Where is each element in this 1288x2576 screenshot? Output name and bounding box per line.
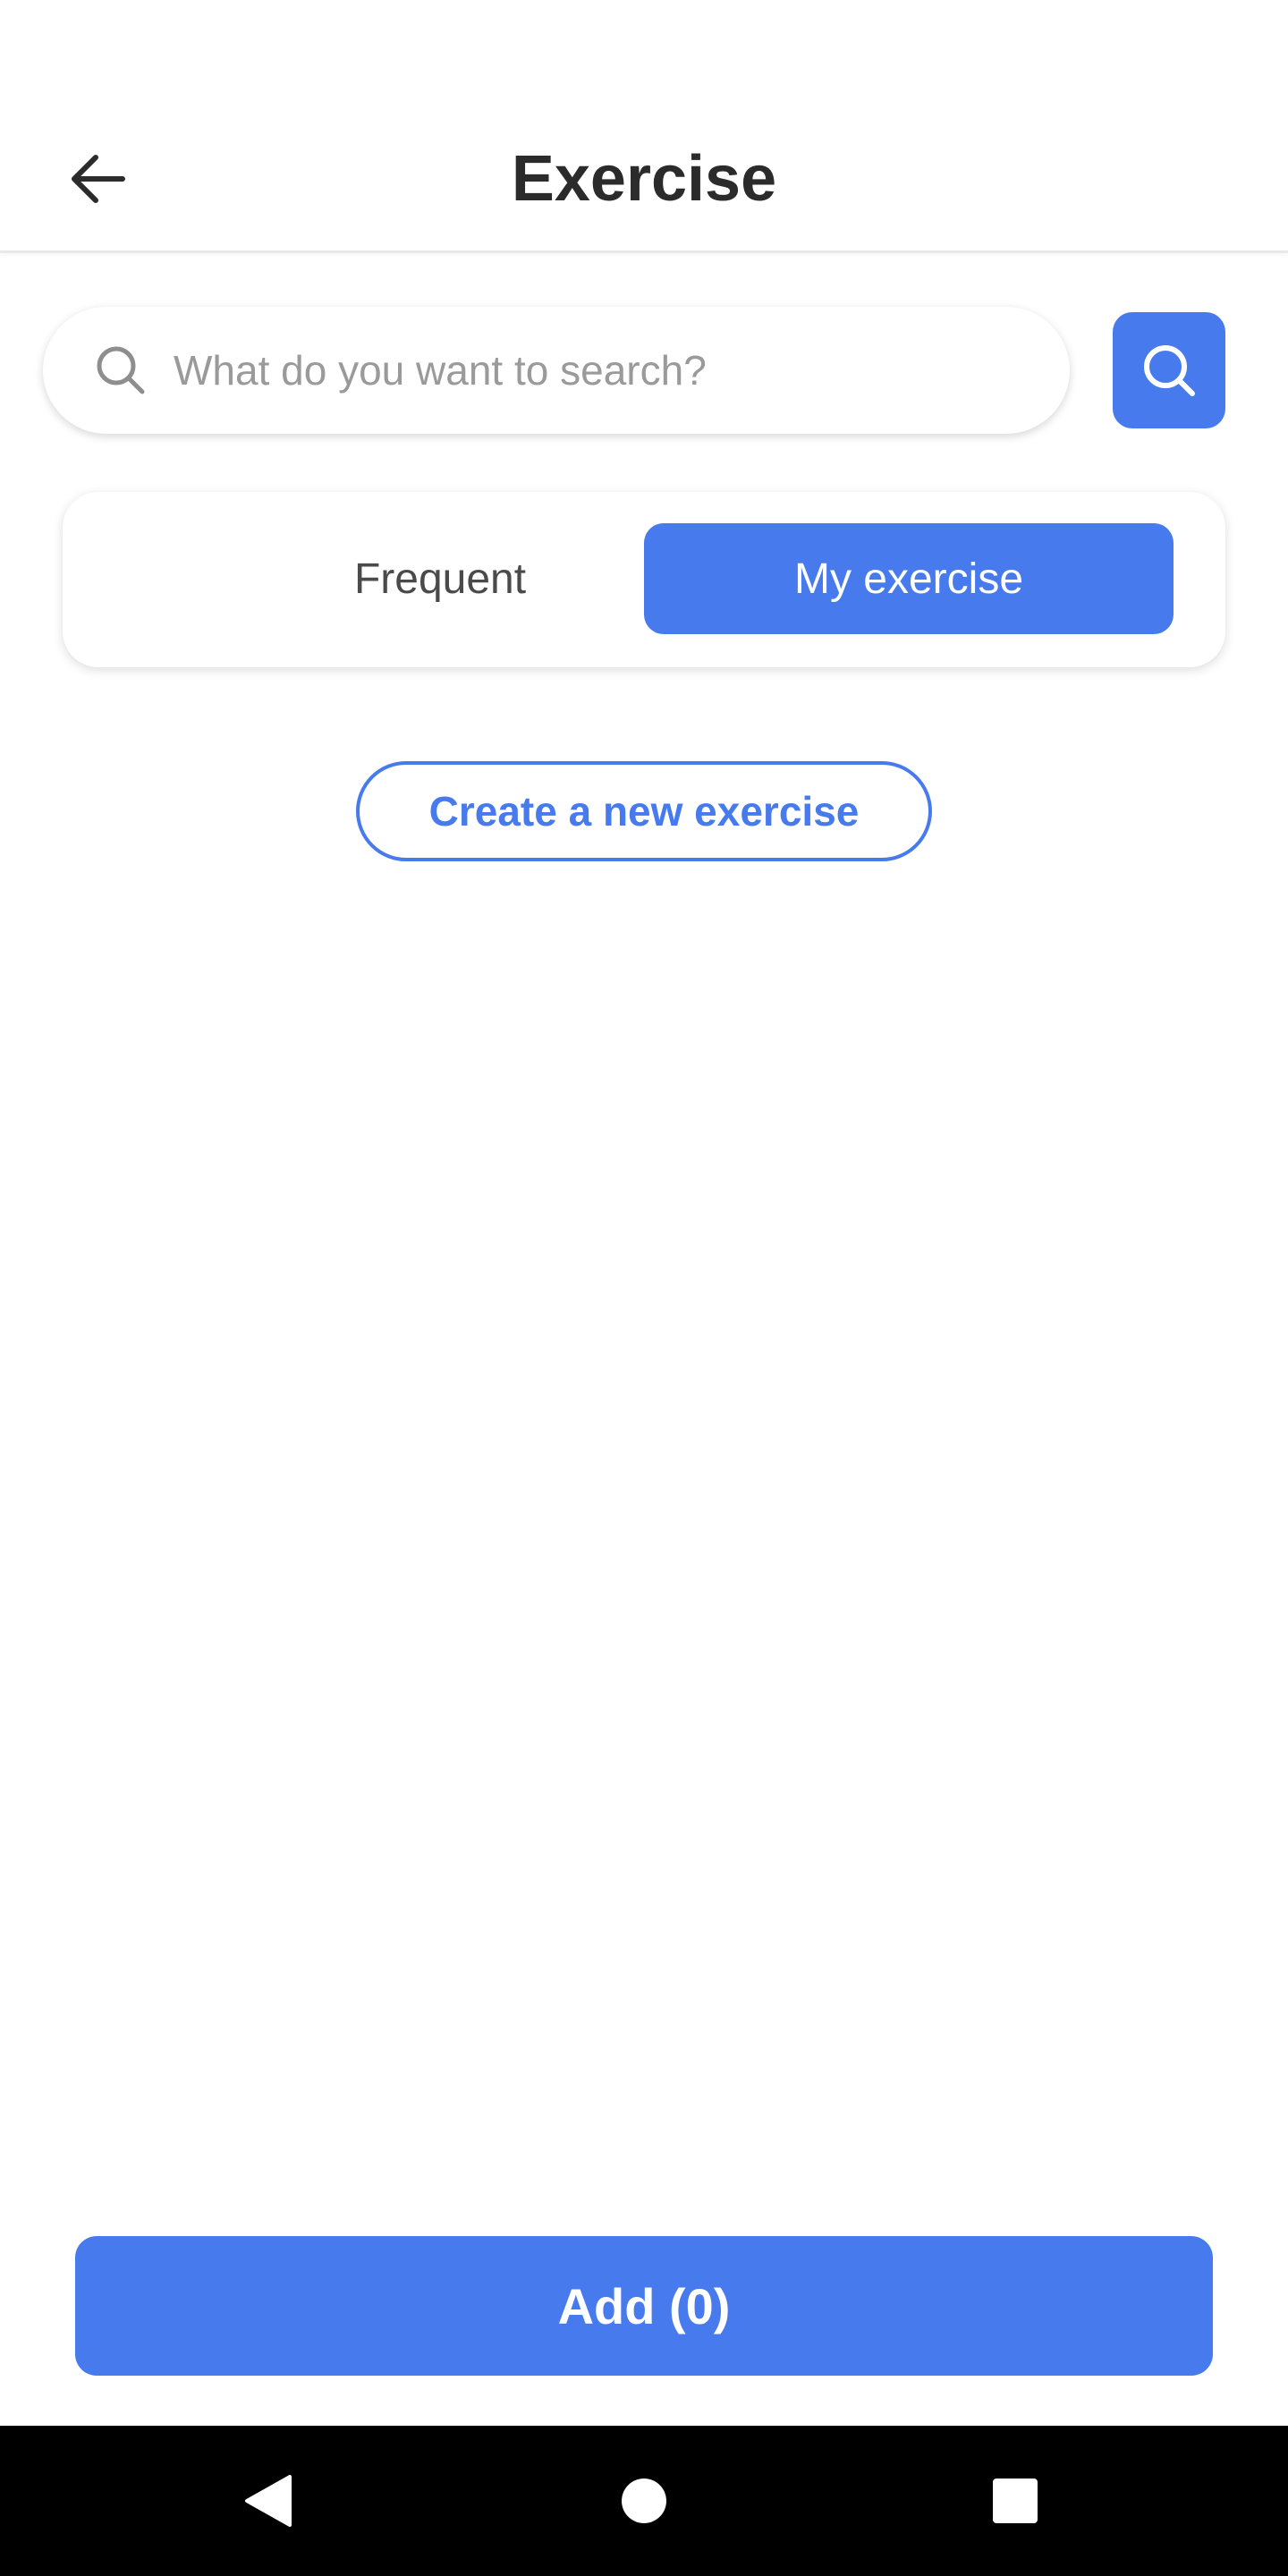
circle-home-icon xyxy=(622,2479,666,2523)
back-button[interactable] xyxy=(54,143,143,215)
system-nav-bar xyxy=(0,2426,1288,2576)
search-icon xyxy=(93,343,148,398)
nav-home-button[interactable] xyxy=(599,2456,689,2546)
status-bar xyxy=(0,0,1288,107)
nav-recents-button[interactable] xyxy=(970,2456,1060,2546)
add-button[interactable]: Add (0) xyxy=(75,2236,1213,2376)
page-title: Exercise xyxy=(511,143,777,215)
search-input[interactable] xyxy=(172,345,1034,395)
tab-my-exercise[interactable]: My exercise xyxy=(644,523,1174,634)
nav-back-button[interactable] xyxy=(224,2456,313,2546)
arrow-left-icon xyxy=(72,155,125,203)
search-button[interactable] xyxy=(1113,312,1225,428)
exercise-screen: Exercise Frequent My exercise Create a n… xyxy=(0,0,1288,2576)
square-recents-icon xyxy=(993,2479,1038,2523)
segmented-tabs: Frequent My exercise xyxy=(63,492,1225,667)
triangle-back-icon xyxy=(245,2475,292,2527)
search-icon xyxy=(1144,345,1195,396)
app-header: Exercise xyxy=(0,107,1288,253)
create-exercise-button[interactable]: Create a new exercise xyxy=(356,761,932,861)
tab-frequent[interactable]: Frequent xyxy=(175,523,705,634)
search-field[interactable] xyxy=(43,307,1070,434)
